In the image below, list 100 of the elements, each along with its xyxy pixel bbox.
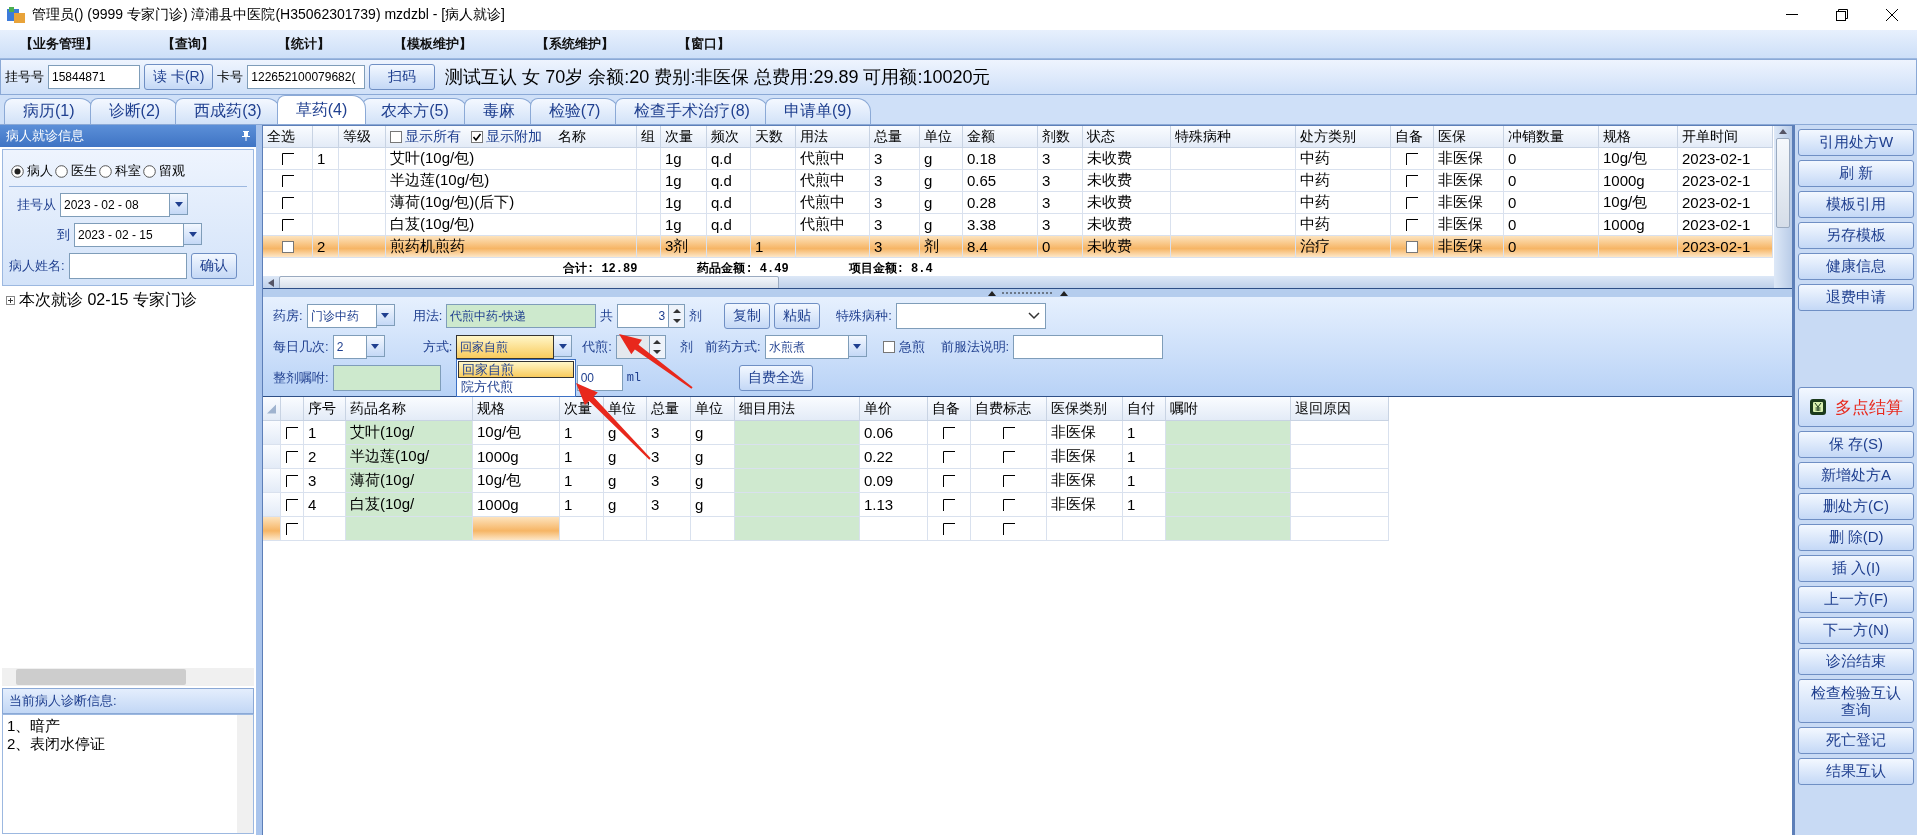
method-select[interactable]: 回家自煎 — [456, 335, 555, 359]
scrollbar[interactable] — [1774, 126, 1792, 288]
checkbox[interactable] — [286, 474, 298, 487]
scrollbar[interactable] — [263, 276, 1774, 288]
menu-item[interactable]: 【业务管理】 — [14, 33, 104, 55]
action-button[interactable]: 退费申请 — [1798, 284, 1914, 311]
settle-button[interactable]: 多点结算 — [1798, 387, 1914, 427]
checkbox[interactable] — [1406, 174, 1418, 187]
action-button[interactable]: 新增处方A — [1798, 462, 1914, 489]
dropdown-button[interactable] — [170, 193, 188, 215]
checkbox[interactable] — [286, 522, 298, 535]
action-button[interactable]: 检查检验互认查询 — [1798, 679, 1914, 723]
minimize-icon[interactable] — [1786, 14, 1798, 16]
daily-times-select[interactable]: 2 — [332, 335, 367, 359]
menu-item[interactable]: 【窗口】 — [672, 33, 736, 55]
scrollbar[interactable] — [237, 715, 253, 833]
checkbox[interactable] — [943, 522, 955, 535]
spinner-buttons[interactable] — [669, 304, 686, 328]
registration-field[interactable]: 15844871 — [48, 65, 140, 89]
usage-field[interactable]: 代煎中药-快递 — [446, 304, 597, 328]
card-field[interactable]: 122652100079682( — [247, 65, 366, 89]
checkbox[interactable] — [281, 218, 294, 231]
checkbox[interactable] — [390, 130, 402, 143]
radio-button[interactable] — [143, 164, 156, 178]
checkbox[interactable] — [1002, 474, 1015, 487]
menu-item[interactable]: 【查询】 — [156, 33, 220, 55]
row-header-cell[interactable] — [263, 493, 281, 517]
menu-item[interactable]: 【统计】 — [272, 33, 336, 55]
pin-icon[interactable] — [242, 131, 250, 141]
radio-button[interactable] — [99, 164, 112, 178]
restore-icon[interactable] — [1836, 9, 1848, 21]
action-button[interactable]: 诊治结束 — [1798, 648, 1914, 675]
action-button[interactable]: 健康信息 — [1798, 253, 1914, 280]
checkbox[interactable] — [281, 196, 294, 209]
expand-icon[interactable] — [6, 296, 15, 305]
action-button[interactable]: 引用处方W — [1798, 129, 1914, 156]
checkbox[interactable] — [281, 240, 294, 253]
date-field[interactable]: 2023 - 02 - 15 — [74, 223, 184, 247]
checkbox[interactable] — [943, 498, 955, 511]
radio-button[interactable] — [55, 164, 68, 178]
action-button[interactable]: 上一方(F) — [1798, 586, 1914, 613]
checkbox[interactable] — [286, 498, 298, 511]
action-button[interactable]: 保 存(S) — [1798, 431, 1914, 458]
copy-button[interactable]: 复制 — [724, 303, 771, 329]
dropdown-option[interactable]: 回家自煎 — [458, 361, 575, 378]
checkbox[interactable] — [1002, 498, 1015, 511]
checkbox[interactable] — [943, 474, 955, 487]
checkbox[interactable] — [1406, 240, 1418, 253]
dropdown-button[interactable] — [554, 335, 573, 357]
date-field[interactable]: 2023 - 02 - 08 — [60, 193, 170, 217]
close-icon[interactable] — [1886, 9, 1898, 21]
checkbox[interactable] — [943, 450, 955, 463]
checkbox[interactable] — [1002, 426, 1015, 439]
read-card-button[interactable]: 读 卡(R) — [144, 64, 214, 90]
instructions-field[interactable] — [1013, 335, 1164, 359]
menu-item[interactable]: 【系统维护】 — [530, 33, 620, 55]
checkbox[interactable] — [882, 341, 895, 353]
checkbox[interactable] — [1406, 196, 1418, 209]
scan-button[interactable]: 扫码 — [369, 64, 436, 90]
action-button[interactable]: 删处方(C) — [1798, 493, 1914, 520]
decoct-method-select[interactable]: 水煎煮 — [764, 335, 849, 359]
advice-field[interactable] — [332, 365, 441, 391]
radio-button[interactable] — [11, 164, 24, 178]
action-button[interactable]: 死亡登记 — [1798, 727, 1914, 754]
self-pay-all-button[interactable]: 自费全选 — [739, 365, 814, 391]
checkbox[interactable] — [1002, 522, 1015, 535]
tab[interactable]: 申请单(9) — [764, 98, 871, 124]
pharmacy-select[interactable]: 门诊中药 — [306, 304, 377, 328]
tab[interactable]: 草药(4) — [276, 95, 367, 124]
action-button[interactable]: 插 入(I) — [1798, 555, 1914, 582]
patient-name-field[interactable] — [68, 253, 187, 279]
splitter-grip-icon[interactable] — [987, 290, 1068, 296]
action-button[interactable]: 模板引用 — [1798, 191, 1914, 218]
checkbox[interactable] — [281, 152, 294, 165]
paste-button[interactable]: 粘贴 — [774, 303, 821, 329]
dropdown-option[interactable]: 院方代煎 — [458, 378, 575, 395]
row-header-cell[interactable] — [263, 421, 281, 445]
volume-field[interactable]: 00 — [576, 365, 623, 391]
action-button[interactable]: 刷 新 — [1798, 160, 1914, 187]
checkbox[interactable] — [471, 130, 483, 143]
row-header-cell[interactable] — [263, 445, 281, 469]
checkbox[interactable] — [286, 450, 298, 463]
checkbox[interactable] — [1406, 218, 1418, 231]
confirm-button[interactable]: 确认 — [190, 253, 237, 279]
chevron-icon[interactable] — [1027, 312, 1040, 320]
dropdown-button[interactable] — [184, 223, 202, 245]
action-button[interactable]: 另存模板 — [1798, 222, 1914, 249]
scrollbar[interactable] — [2, 668, 254, 686]
tree-item[interactable]: 本次就诊 02-15 专家门诊 — [19, 290, 197, 311]
checkbox[interactable] — [286, 426, 298, 439]
action-button[interactable]: 删 除(D) — [1798, 524, 1914, 551]
dose-count-field[interactable]: 3 — [617, 304, 670, 328]
checkbox[interactable] — [1002, 450, 1015, 463]
action-button[interactable]: 结果互认 — [1798, 758, 1914, 785]
checkbox[interactable] — [281, 174, 294, 187]
row-header-cell[interactable] — [263, 469, 281, 493]
menu-item[interactable]: 【模板维护】 — [388, 33, 478, 55]
action-button[interactable]: 下一方(N) — [1798, 617, 1914, 644]
checkbox[interactable] — [1406, 152, 1418, 165]
checkbox[interactable] — [943, 426, 955, 439]
